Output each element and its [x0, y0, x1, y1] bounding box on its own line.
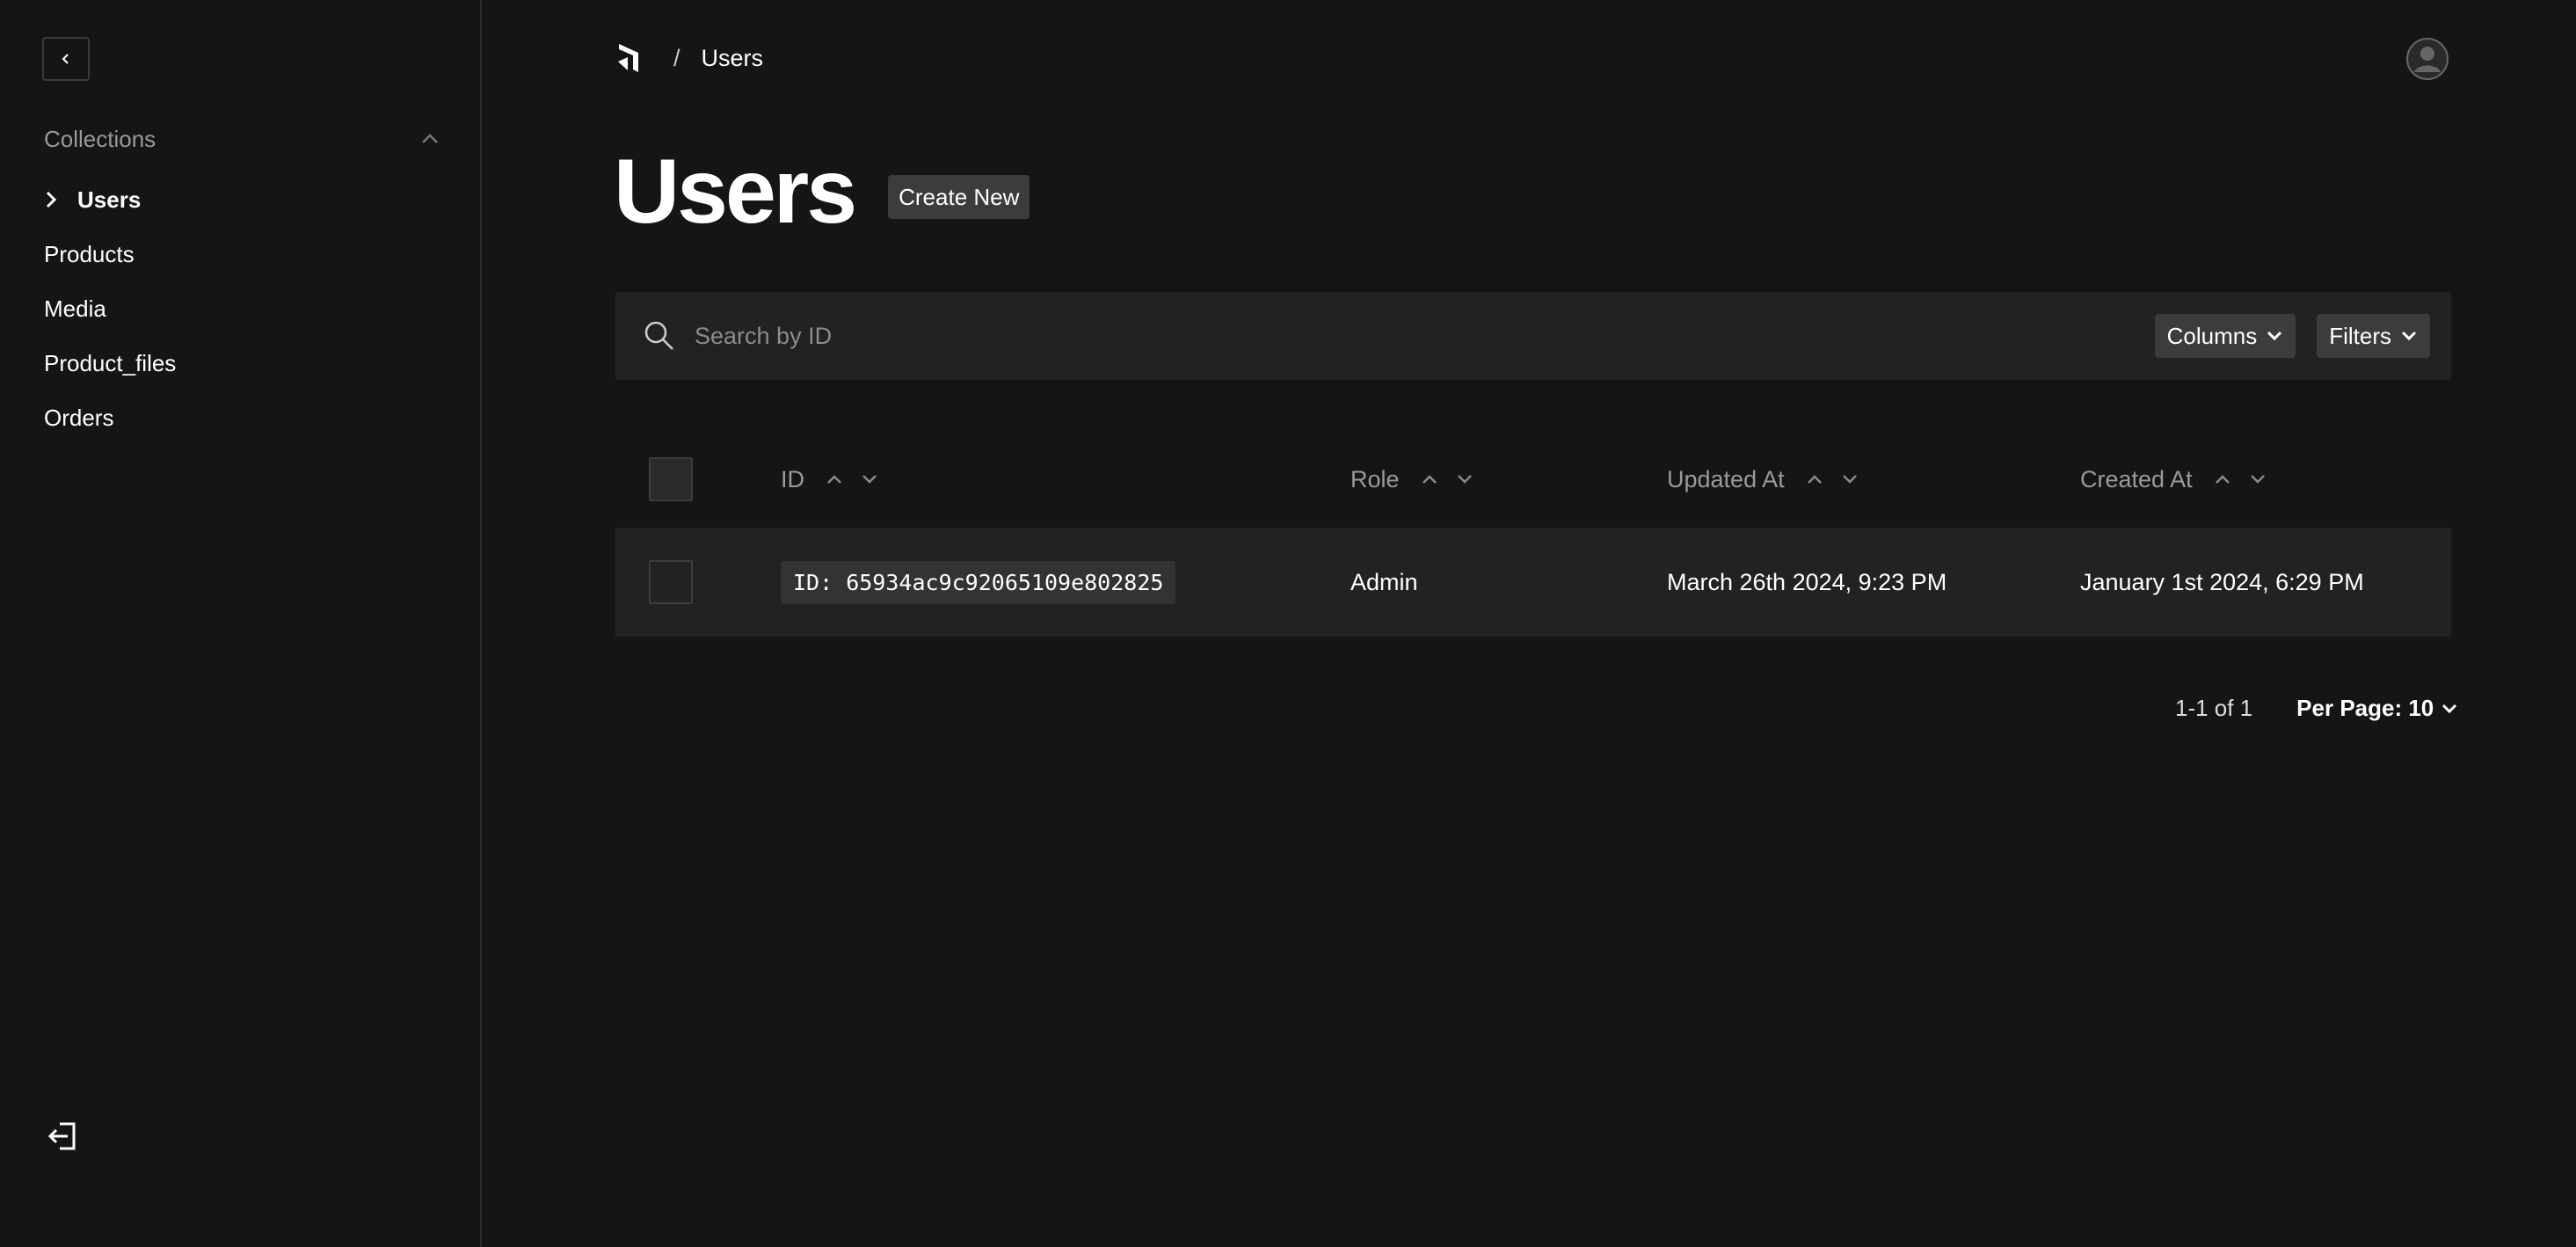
app-window: Collections Users Products Media Product… [0, 0, 2576, 1247]
chevron-up-icon [422, 134, 438, 143]
column-header-role: Role [1350, 431, 1474, 528]
row-id-link[interactable]: ID: 65934ac9c92065109e802825 [781, 560, 1176, 604]
users-table: ID Role Updated At Created At ID: 65934a… [615, 431, 2451, 637]
user-avatar-icon [2406, 38, 2449, 80]
sidebar: Collections Users Products Media Product… [0, 0, 482, 1247]
collections-toggle[interactable]: Collections [44, 123, 440, 155]
table-row: ID: 65934ac9c92065109e802825 Admin March… [615, 528, 2451, 637]
chevron-right-icon [44, 190, 77, 209]
column-label: ID [781, 465, 804, 492]
sort-descending-icon[interactable] [1841, 473, 1859, 485]
breadcrumb: / Users [615, 42, 763, 74]
collections-nav: Users Products Media Product_files Order… [44, 172, 176, 445]
chevron-left-icon [62, 54, 69, 64]
sort-descending-icon[interactable] [1456, 473, 1474, 485]
sort-descending-icon[interactable] [861, 473, 878, 485]
sidebar-item-label: Product_files [44, 349, 177, 376]
collections-label: Collections [44, 125, 156, 152]
filters-label: Filters [2329, 322, 2391, 349]
sort-controls [826, 473, 878, 485]
logo-icon[interactable] [615, 42, 644, 74]
columns-label: Columns [2166, 322, 2258, 349]
column-label: Updated At [1667, 465, 1785, 492]
page-title: Users [614, 141, 857, 243]
table-header: ID Role Updated At Created At [615, 431, 2451, 528]
sort-ascending-icon[interactable] [826, 473, 843, 485]
sort-ascending-icon[interactable] [1806, 473, 1823, 485]
row-created-at: January 1st 2024, 6:29 PM [2080, 568, 2364, 595]
chevron-down-icon [2267, 331, 2282, 341]
sort-ascending-icon[interactable] [2214, 473, 2231, 485]
search-input[interactable] [695, 310, 2155, 362]
sort-ascending-icon[interactable] [1421, 473, 1438, 485]
column-header-updated-at: Updated At [1667, 431, 1859, 528]
logout-button[interactable] [46, 1119, 81, 1154]
logout-icon [47, 1122, 76, 1150]
sidebar-item-label: Orders [44, 404, 114, 431]
sort-controls [2214, 473, 2267, 485]
breadcrumb-current: Users [701, 44, 764, 71]
row-select-checkbox[interactable] [649, 560, 693, 604]
row-updated-at: March 26th 2024, 9:23 PM [1667, 568, 1947, 595]
search-bar: Columns Filters [615, 292, 2451, 380]
sort-controls [1806, 473, 1859, 485]
chevron-down-icon [2442, 704, 2457, 713]
column-header-id: ID [781, 431, 878, 528]
pagination: 1-1 of 1 Per Page: 10 [2175, 695, 2458, 722]
chevron-down-icon [2401, 331, 2417, 341]
breadcrumb-separator: / [673, 44, 680, 71]
per-page-select[interactable]: Per Page: 10 [2296, 695, 2458, 722]
column-label: Created At [2080, 465, 2193, 492]
sidebar-item-product-files[interactable]: Product_files [44, 336, 176, 390]
select-all-checkbox[interactable] [649, 457, 693, 501]
column-label: Role [1350, 465, 1400, 492]
sidebar-item-users[interactable]: Users [44, 172, 176, 227]
sort-descending-icon[interactable] [2249, 473, 2267, 485]
create-new-button[interactable]: Create New [888, 175, 1030, 219]
collapse-sidebar-button[interactable] [42, 37, 90, 81]
main-content: / Users Users Create New Columns [482, 0, 2576, 1247]
page-info: 1-1 of 1 [2175, 695, 2253, 721]
sidebar-item-orders[interactable]: Orders [44, 390, 176, 445]
sidebar-item-products[interactable]: Products [44, 227, 176, 281]
title-row: Users Create New [614, 146, 1030, 237]
account-avatar-button[interactable] [2405, 37, 2449, 81]
filters-button[interactable]: Filters [2317, 314, 2430, 358]
column-header-created-at: Created At [2080, 431, 2267, 528]
per-page-label: Per Page: 10 [2296, 695, 2434, 721]
row-role: Admin [1350, 568, 1418, 595]
columns-button[interactable]: Columns [2154, 314, 2296, 358]
sort-controls [1421, 473, 1474, 485]
sidebar-item-label: Products [44, 240, 135, 267]
sidebar-item-label: Users [77, 186, 142, 213]
search-icon [644, 321, 673, 350]
sidebar-item-media[interactable]: Media [44, 281, 176, 336]
sidebar-item-label: Media [44, 295, 106, 322]
